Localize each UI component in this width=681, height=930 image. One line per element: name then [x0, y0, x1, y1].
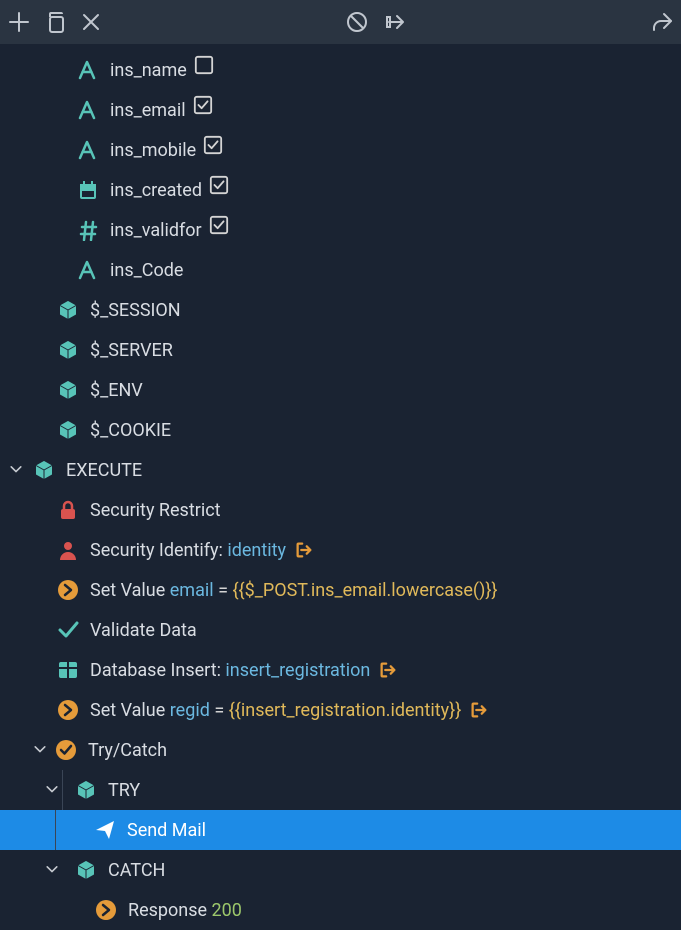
step-expr: {{insert_registration.identity}} — [229, 700, 462, 721]
tree: ins_name ins_email ins_mobile ins_create… — [0, 44, 681, 930]
checkbox-checked-icon[interactable] — [208, 174, 230, 196]
step-var: regid — [170, 700, 210, 721]
catch-label: CATCH — [108, 860, 165, 881]
lock-icon — [56, 498, 80, 522]
global-session[interactable]: $_SESSION — [0, 290, 681, 330]
cube-icon — [56, 298, 80, 322]
arrow-circle-icon — [56, 698, 80, 722]
cube-icon — [56, 338, 80, 362]
toolbar — [0, 0, 681, 44]
font-icon — [76, 98, 100, 122]
response-code: 200 — [212, 900, 242, 921]
var-ins-validfor[interactable]: ins_validfor — [0, 210, 681, 250]
font-icon — [76, 258, 100, 282]
var-label: ins_validfor — [110, 220, 202, 241]
cube-icon — [56, 418, 80, 442]
check-circle-icon — [54, 738, 78, 762]
export-icon[interactable] — [386, 11, 408, 33]
calendar-icon — [76, 178, 100, 202]
open-link-icon[interactable] — [294, 540, 314, 560]
step-label: Response — [128, 900, 207, 921]
step-label: Database Insert: — [90, 660, 221, 681]
disable-icon[interactable] — [346, 11, 368, 33]
var-ins-name[interactable]: ins_name — [0, 50, 681, 90]
set-value-regid[interactable]: Set Value regid = {{insert_registration.… — [0, 690, 681, 730]
step-label: Send Mail — [127, 820, 206, 841]
cube-icon — [32, 458, 56, 482]
font-icon — [76, 58, 100, 82]
cube-icon — [74, 778, 98, 802]
send-icon — [93, 818, 117, 842]
global-env[interactable]: $_ENV — [0, 370, 681, 410]
try-label: TRY — [108, 780, 140, 801]
global-server[interactable]: $_SERVER — [0, 330, 681, 370]
step-expr: {{$_POST.ins_email.lowercase()}} — [232, 580, 497, 601]
step-label: Set Value — [90, 580, 165, 601]
var-label: ins_name — [110, 60, 187, 81]
response[interactable]: Response 200 — [0, 890, 681, 930]
global-label: $_ENV — [90, 380, 143, 401]
execute-group[interactable]: EXECUTE — [0, 450, 681, 490]
var-label: ins_mobile — [110, 140, 196, 161]
set-value-email[interactable]: Set Value email = {{$_POST.ins_email.low… — [0, 570, 681, 610]
var-label: ins_Code — [110, 260, 183, 281]
hash-icon — [76, 218, 100, 242]
equals-sign: = — [218, 580, 228, 601]
step-label: Validate Data — [90, 620, 197, 641]
checkbox-checked-icon[interactable] — [192, 94, 214, 116]
var-ins-mobile[interactable]: ins_mobile — [0, 130, 681, 170]
security-restrict[interactable]: Security Restrict — [0, 490, 681, 530]
check-icon — [56, 618, 80, 642]
close-icon[interactable] — [80, 11, 102, 33]
chevron-down-icon[interactable] — [42, 780, 62, 800]
var-label: ins_email — [110, 100, 186, 121]
database-insert[interactable]: Database Insert: insert_registration — [0, 650, 681, 690]
chevron-down-icon[interactable] — [42, 860, 62, 880]
step-var: email — [170, 580, 214, 601]
chevron-down-icon[interactable] — [30, 740, 50, 760]
global-label: $_SESSION — [90, 300, 181, 321]
add-icon[interactable] — [8, 11, 30, 33]
try-catch[interactable]: Try/Catch — [0, 730, 681, 770]
send-mail[interactable]: Send Mail — [0, 810, 681, 850]
checkbox-icon[interactable] — [193, 54, 215, 76]
arrow-circle-icon — [56, 578, 80, 602]
open-link-icon[interactable] — [378, 660, 398, 680]
arrow-circle-icon — [94, 898, 118, 922]
duplicate-icon[interactable] — [44, 11, 66, 33]
var-ins-code[interactable]: ins_Code — [0, 250, 681, 290]
checkbox-checked-icon[interactable] — [202, 134, 224, 156]
step-value: identity — [227, 540, 286, 561]
var-ins-created[interactable]: ins_created — [0, 170, 681, 210]
global-cookie[interactable]: $_COOKIE — [0, 410, 681, 450]
try-block[interactable]: TRY — [0, 770, 681, 810]
checkbox-checked-icon[interactable] — [208, 214, 230, 236]
var-ins-email[interactable]: ins_email — [0, 90, 681, 130]
step-label: Set Value — [90, 700, 165, 721]
equals-sign: = — [214, 700, 224, 721]
step-label: Try/Catch — [88, 740, 167, 761]
step-label: Security Identify: — [90, 540, 223, 561]
step-label: Security Restrict — [90, 500, 221, 521]
security-identify[interactable]: Security Identify: identity — [0, 530, 681, 570]
table-icon — [56, 658, 80, 682]
cube-icon — [56, 378, 80, 402]
chevron-down-icon[interactable] — [6, 460, 26, 480]
open-link-icon[interactable] — [469, 700, 489, 720]
catch-block[interactable]: CATCH — [0, 850, 681, 890]
cube-icon — [74, 858, 98, 882]
var-label: ins_created — [110, 180, 202, 201]
global-label: $_SERVER — [90, 340, 173, 361]
font-icon — [76, 138, 100, 162]
step-value: insert_registration — [225, 660, 370, 681]
user-icon — [56, 538, 80, 562]
share-icon[interactable] — [651, 11, 673, 33]
validate-data[interactable]: Validate Data — [0, 610, 681, 650]
execute-label: EXECUTE — [66, 460, 142, 481]
global-label: $_COOKIE — [90, 420, 171, 441]
